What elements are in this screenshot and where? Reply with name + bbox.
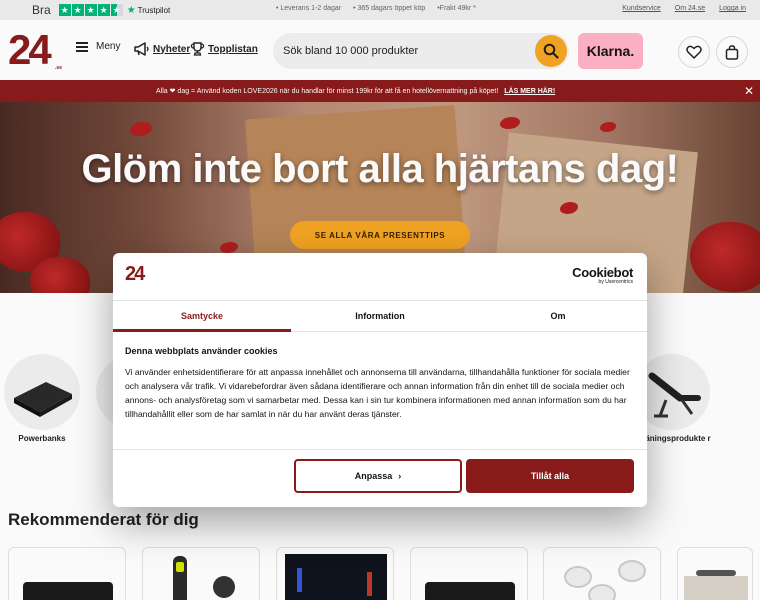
dialog-logo: 24 [125,263,145,285]
dialog-tabs: Samtycke Information Om [113,300,647,332]
tab-about[interactable]: Om [469,301,647,331]
divider [113,449,647,450]
tab-information[interactable]: Information [291,301,469,331]
dialog-body: Denna webbplats använder cookies Vi anvä… [125,346,633,421]
cookie-consent-dialog: 24 Cookiebot by Usercentrics Samtycke In… [113,253,647,507]
tab-consent[interactable]: Samtycke [113,301,291,332]
cookiebot-logo[interactable]: Cookiebot by Usercentrics [572,265,633,285]
allow-all-button[interactable]: Tillåt alla [466,459,634,493]
chevron-right-icon: › [398,471,402,481]
dialog-heading: Denna webbplats använder cookies [125,346,278,356]
customize-button[interactable]: Anpassa › [294,459,462,493]
dialog-text: Vi använder enhetsidentifierare för att … [125,367,630,419]
